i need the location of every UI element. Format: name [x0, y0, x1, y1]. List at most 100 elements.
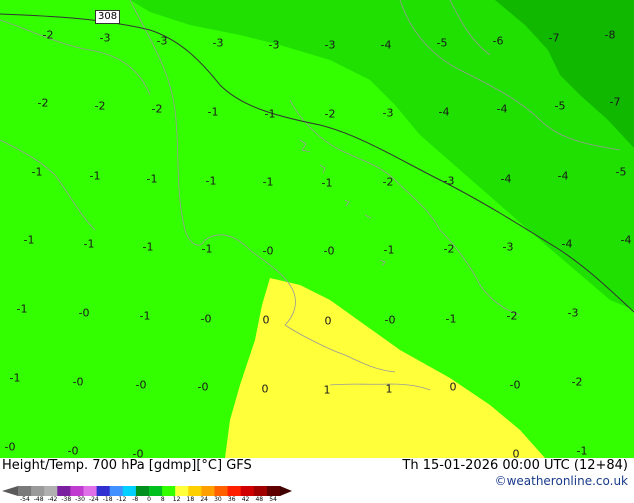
- temperature-label: -4: [561, 237, 573, 251]
- temperature-label: -8: [604, 28, 616, 42]
- temperature-label: -3: [382, 106, 394, 120]
- scale-swatch: [122, 486, 137, 496]
- scale-swatch: [149, 486, 163, 496]
- temperature-label: -0: [262, 244, 274, 258]
- temperature-label: -4: [620, 233, 632, 247]
- scale-tick-label: -8: [132, 496, 139, 503]
- temperature-label: -3: [268, 38, 280, 52]
- scale-tick-label: -42: [47, 496, 58, 503]
- scale-swatch: [96, 486, 111, 496]
- map-title: Height/Temp. 700 hPa [gdmp][°C] GFS: [2, 458, 252, 473]
- temperature-label: -4: [496, 102, 508, 116]
- scale-tick-label: -12: [116, 496, 127, 503]
- temperature-label: 0: [449, 380, 457, 394]
- scale-tick-label: -18: [102, 496, 113, 503]
- scale-tick-label: 0: [147, 496, 151, 503]
- temperature-label: -0: [384, 313, 396, 327]
- scale-swatch: [227, 486, 242, 496]
- scale-swatch: [266, 486, 281, 496]
- temperature-label: -1: [201, 242, 213, 256]
- scale-swatch: [175, 486, 189, 496]
- scale-swatch: [44, 486, 58, 496]
- temperature-label: -1: [205, 174, 217, 188]
- temperature-label: -3: [502, 240, 514, 254]
- scale-tick-label: 42: [241, 496, 250, 503]
- scale-swatch: [135, 486, 150, 496]
- temperature-label: -4: [438, 105, 450, 119]
- temperature-label: -7: [609, 95, 621, 109]
- temperature-label: -1: [83, 237, 95, 251]
- map-canvas: [0, 0, 634, 458]
- temperature-label: -0: [197, 380, 209, 394]
- temperature-label: -7: [548, 31, 560, 45]
- scale-swatch: [31, 486, 45, 496]
- temperature-label: -1: [264, 107, 276, 121]
- temperature-label: -4: [380, 38, 392, 52]
- forecast-time: Th 15-01-2026 00:00 UTC (12+84): [402, 458, 628, 473]
- temperature-label: -1: [89, 169, 101, 183]
- scale-swatch: [240, 486, 255, 496]
- temperature-label: -0: [200, 312, 212, 326]
- weather-map: -2 -3 -3 -3 -3 -3 -4 -5 -6 -7 -8 -2 -2 -2 -1 -1 -2 -3 -4 -4…: [0, 0, 634, 458]
- temperature-label: -3: [212, 36, 224, 50]
- temperature-label: 1: [385, 382, 393, 396]
- scale-tick-label: 54: [269, 496, 277, 503]
- temperature-label: -3: [156, 34, 168, 48]
- temperature-label: 0: [512, 447, 520, 459]
- scale-arrow-right: [280, 486, 292, 496]
- temperature-label: -2: [571, 375, 583, 389]
- scale-swatch: [162, 486, 176, 496]
- scale-swatch: [70, 486, 84, 496]
- scale-swatch: [57, 486, 71, 496]
- temperature-label: 1: [323, 383, 331, 397]
- temperature-label: -2: [382, 175, 394, 189]
- temperature-label: -1: [16, 302, 28, 316]
- scale-tick-label: -24: [88, 496, 99, 503]
- color-scale: -54 -48 -42 -38 -30 -24 -18 -12 -8 0 8 12 18 24 30 36 42…: [2, 472, 292, 503]
- temperature-label: -1: [262, 175, 274, 189]
- temperature-label: -0: [72, 375, 84, 389]
- temperature-label: -1: [139, 309, 151, 323]
- temperature-label: -0: [135, 378, 147, 392]
- temperature-label: -0: [323, 244, 335, 258]
- scale-swatch: [83, 486, 98, 496]
- temperature-label: -2: [443, 242, 455, 256]
- scale-swatch: [188, 486, 202, 496]
- temperature-label: 0: [262, 313, 270, 327]
- scale-tick-label: 36: [227, 496, 236, 503]
- scale-tick-label: 48: [255, 496, 264, 503]
- temperature-label: -2: [151, 102, 163, 116]
- temperature-label: -0: [509, 378, 521, 392]
- scale-tick-label: 18: [186, 496, 195, 503]
- temperature-label: -1: [23, 233, 35, 247]
- temperature-label: -5: [554, 99, 566, 113]
- temperature-label: -2: [506, 309, 518, 323]
- scale-swatch: [253, 486, 268, 496]
- scale-swatch: [18, 486, 32, 496]
- scale-arrow-left: [2, 486, 18, 496]
- temperature-label: -1: [445, 312, 457, 326]
- temperature-label: -3: [567, 306, 579, 320]
- scale-tick-label: -30: [75, 496, 85, 503]
- temperature-label: -4: [557, 169, 569, 183]
- temperature-label: -1: [207, 105, 219, 119]
- temperature-label: -4: [500, 172, 512, 186]
- credit-link[interactable]: ©weatheronline.co.uk: [495, 474, 628, 488]
- temperature-label: -6: [492, 34, 504, 48]
- temperature-label: -0: [78, 306, 90, 320]
- temperature-label: -1: [321, 176, 333, 190]
- scale-tick-label: 30: [214, 496, 222, 503]
- map-footer: Height/Temp. 700 hPa [gdmp][°C] GFS Th 1…: [0, 458, 634, 503]
- temperature-label: -1: [9, 371, 21, 385]
- contour-value-label: 308: [95, 10, 121, 24]
- temperature-label: -2: [42, 28, 54, 42]
- scale-tick-label: 8: [160, 496, 165, 503]
- temperature-label: -5: [615, 165, 627, 179]
- temperature-label: -1: [146, 172, 158, 186]
- temperature-label: -3: [443, 174, 455, 188]
- temperature-label: -2: [94, 99, 106, 113]
- temperature-label: -3: [99, 31, 111, 45]
- scale-tick-label: -54: [19, 496, 30, 503]
- scale-tick-label: -48: [33, 496, 44, 503]
- scale-tick-label: -38: [61, 496, 72, 503]
